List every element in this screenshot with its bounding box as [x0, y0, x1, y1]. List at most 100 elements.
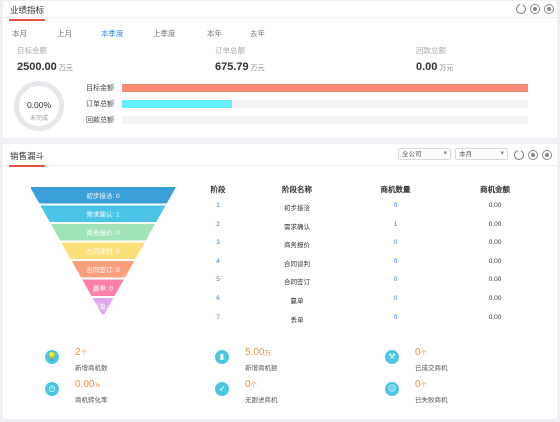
col-stage: 阶段: [210, 185, 226, 194]
stat-unit: %: [94, 382, 101, 389]
lost-icon: ☹: [385, 382, 399, 396]
period-select[interactable]: 本月: [455, 148, 508, 160]
tab-this-year[interactable]: 本年: [207, 28, 222, 39]
bar-order-fill: [122, 100, 232, 108]
completion-ring: 0.00% 未完成: [14, 81, 64, 131]
stat-unit: 个: [80, 350, 88, 357]
stat-value: 5.00万: [245, 347, 271, 358]
cell-count: 0: [393, 276, 398, 284]
refresh-icon[interactable]: [516, 3, 526, 14]
kpi-payment-unit: 万元: [439, 65, 454, 72]
cell-stage: 4: [216, 257, 220, 265]
performance-panel: 业绩指标 本月 上月 本季度 上季度 本年 去年 目标金额 订单总额 回款总额 …: [3, 1, 557, 138]
bar-payment-label: 回款总额: [86, 117, 114, 124]
cell-stage: 7: [216, 313, 220, 321]
funnel-segment-label-2: 需求确认: 1: [86, 209, 120, 218]
stat-label: 已成交商机: [415, 365, 448, 372]
cell-count: 0: [393, 295, 398, 302]
tab-last-quarter[interactable]: 上季度: [153, 28, 176, 39]
stat-value: 0.00%: [75, 379, 100, 390]
bar-payment-track: [122, 116, 528, 124]
funnel-segment-label-5: 合同签订: 0: [86, 265, 120, 274]
stat-unit: 个: [420, 382, 428, 389]
clock-icon: ◷: [45, 382, 59, 396]
kpi-payment-number: 0.00: [416, 61, 438, 73]
hammer-icon: ⚒: [385, 350, 399, 364]
kpi-target-value: 2500.00 万元: [17, 61, 73, 73]
cell-stage: 5: [216, 276, 220, 284]
kpi-order-label: 订单总额: [215, 46, 245, 55]
cell-name: 合同谈判: [284, 260, 310, 268]
kpi-order-value: 675.79 万元: [215, 61, 265, 73]
stat-label: 新增商机额: [245, 365, 278, 372]
stat-label: 商机转化率: [75, 397, 108, 404]
stat-value: 0个: [415, 347, 427, 358]
cell-count: 0: [393, 239, 398, 247]
stat-number: 0.00: [75, 379, 95, 390]
cell-amount: 0.00: [488, 220, 502, 228]
stat-number: 5.00: [245, 347, 265, 358]
stat-unit: 个: [250, 382, 258, 389]
close-icon[interactable]: [544, 4, 554, 14]
funnel-segment-label-6: 赢单: 0: [93, 283, 114, 292]
kpi-target-label: 目标金额: [17, 46, 47, 55]
cell-count: 1: [393, 220, 398, 228]
col-count: 商机数量: [380, 185, 411, 194]
funnel-settings-icon[interactable]: [528, 150, 538, 160]
cell-count: 0: [393, 257, 398, 265]
company-select[interactable]: 全公司: [398, 148, 451, 160]
bar-order-label: 订单总额: [86, 101, 114, 108]
bar-chart-icon: ▮: [215, 350, 229, 364]
tab-this-month[interactable]: 本月: [12, 28, 27, 39]
funnel-title: 销售漏斗: [8, 151, 46, 167]
funnel-close-icon[interactable]: [542, 150, 552, 160]
stat-label: 新增商机数: [75, 365, 108, 372]
funnel-header: 销售漏斗 全公司 本月: [3, 144, 557, 167]
settings-icon[interactable]: [530, 4, 540, 14]
funnel-segment-label-7: 丢单: 0: [93, 302, 114, 311]
tab-last-month[interactable]: 上月: [57, 28, 72, 39]
performance-header: 业绩指标: [3, 1, 557, 21]
stat-unit: 个: [420, 350, 428, 357]
kpi-order-number: 675.79: [215, 61, 249, 73]
kpi-order-unit: 万元: [250, 65, 265, 72]
kpi-target-number: 2500.00: [17, 61, 57, 73]
funnel-refresh-icon[interactable]: [514, 149, 524, 160]
kpi-target-unit: 万元: [58, 65, 73, 72]
cell-amount: 0.00: [488, 239, 502, 247]
kpi-payment-value: 0.00 万元: [416, 61, 453, 73]
cell-amount: 0.00: [488, 313, 502, 321]
stat-value: 2个: [75, 347, 87, 358]
completion-percent: 0.00%: [26, 100, 52, 110]
funnel-chart: 初步接洽: 0 需求确认: 1 商务报价: 0 合同谈判: 0 合同签订: 0 赢单: 0…: [31, 187, 176, 315]
tab-this-quarter[interactable]: 本季度: [101, 28, 124, 39]
funnel-segment-label-1: 初步接洽: 0: [86, 191, 120, 200]
cell-name: 商务报价: [284, 242, 310, 250]
performance-title: 业绩指标: [8, 5, 46, 21]
cell-count: 0: [393, 202, 398, 209]
kpi-payment-label: 回款总额: [416, 46, 446, 55]
cell-count: 0: [393, 313, 398, 321]
cell-stage: 6: [216, 295, 220, 302]
sales-funnel-panel: 销售漏斗 全公司 本月 初步接洽: 0 需求确认: 1 商务报价: 0 合同谈判: 0…: [3, 144, 557, 419]
cell-amount: 0.00: [488, 257, 502, 265]
funnel-segment-label-3: 商务报价: 0: [86, 228, 120, 237]
cell-name: 初步接洽: [284, 205, 310, 212]
cell-amount: 0.00: [488, 276, 502, 284]
cell-name: 赢单: [290, 298, 304, 305]
stat-label: 无跟进商机: [245, 397, 278, 404]
runner-icon: ➶: [215, 382, 229, 396]
completion-status: 未完成: [29, 116, 48, 122]
cell-name: 需求确认: [284, 223, 310, 231]
cell-stage: 3: [216, 239, 220, 247]
tab-last-year[interactable]: 去年: [250, 28, 265, 39]
cell-amount: 0.00: [488, 202, 502, 209]
col-name: 阶段名称: [282, 185, 312, 194]
stat-label: 已失败商机: [415, 397, 448, 404]
funnel-segment-label-4: 合同谈判: 0: [86, 246, 120, 255]
cell-stage: 1: [216, 202, 220, 209]
bar-target-track: [122, 84, 528, 92]
col-amount: 商机金额: [480, 185, 510, 194]
stat-value: 0个: [245, 379, 257, 390]
lightbulb-icon: 💡: [45, 350, 59, 364]
